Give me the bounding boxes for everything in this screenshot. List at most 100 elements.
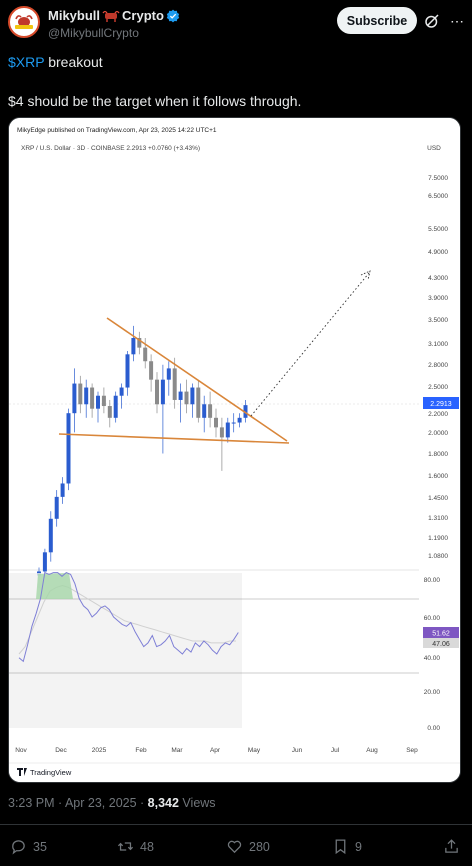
candle-body (202, 404, 207, 418)
time-tick-label: Dec (55, 747, 67, 754)
rsi-tick-label: 0.00 (427, 725, 440, 732)
candle-body (60, 483, 65, 497)
candle-body (90, 387, 95, 409)
rsi-tick-label: 80.00 (424, 577, 441, 584)
candle-body (54, 496, 59, 519)
price-tick-label: 4.9000 (428, 249, 448, 256)
like-count: 280 (249, 839, 270, 854)
price-tick-label: 4.3000 (428, 275, 448, 282)
bookmark-button[interactable]: 9 (332, 838, 362, 855)
candle-body (84, 387, 89, 405)
more-options-icon[interactable]: ⋯ (449, 12, 465, 30)
candle-body (237, 417, 242, 423)
like-button[interactable]: 280 (226, 838, 270, 855)
candle-body (72, 383, 77, 414)
candle-body (66, 413, 71, 484)
price-tick-label: 6.5000 (428, 193, 448, 200)
author-display-name: Mikybull (48, 8, 101, 23)
repost-count: 48 (140, 839, 154, 854)
rsi-tick-label: 60.00 (424, 615, 441, 622)
tradingview-chart: MikyEdge published on TradingView.com, A… (9, 118, 460, 782)
time-tick-label: Nov (15, 747, 27, 754)
time-tick-label: Jul (331, 747, 340, 754)
candle-body (42, 552, 47, 572)
price-tick-label: 1.3100 (428, 515, 448, 522)
post-text-rest: breakout (44, 54, 103, 70)
candle-body (178, 391, 183, 400)
last-price-label: 2.2913 (430, 401, 452, 408)
verified-badge-icon (166, 9, 180, 22)
price-tick-label: 7.5000 (428, 175, 448, 182)
candle-body (190, 387, 195, 405)
price-tick-label: 1.1900 (428, 535, 448, 542)
chart-image[interactable]: MikyEdge published on TradingView.com, A… (8, 117, 461, 783)
candle-body (101, 395, 106, 407)
action-bar: 35 48 280 9 (0, 834, 472, 860)
post-metadata: 3:23 PM · Apr 23, 2025 · 8,342 Views (8, 796, 216, 810)
candle-body (219, 427, 224, 438)
rsi-value-label: 51.62 (432, 631, 450, 638)
mikybull-logo-icon (11, 9, 37, 35)
time-tick-label: Aug (366, 747, 378, 754)
candle-body (231, 422, 236, 424)
candle-body (107, 406, 112, 418)
price-tick-label: 3.1000 (428, 341, 448, 348)
price-tick-label: 2.2000 (428, 411, 448, 418)
candle-body (225, 422, 230, 438)
candle-body (131, 337, 136, 355)
time-tick-label: Feb (135, 747, 147, 754)
candle-body (113, 395, 118, 418)
candle-body (143, 347, 148, 362)
price-tick-label: 3.9000 (428, 295, 448, 302)
candle-body (208, 404, 213, 418)
price-tick-label: 1.6000 (428, 473, 448, 480)
heart-icon (227, 840, 242, 854)
repost-button[interactable]: 48 (117, 838, 154, 855)
time-tick-label: Sep (406, 747, 418, 754)
candle-body (214, 417, 218, 428)
reply-icon (12, 840, 25, 855)
time-tick-label: Apr (210, 747, 221, 754)
views-label: Views (178, 796, 216, 810)
bookmark-icon (335, 839, 346, 855)
price-tick-label: 1.4500 (428, 495, 448, 502)
tradingview-brand: TradingView (30, 768, 72, 777)
post-header: Mikybull Crypto @MikybullCrypto Subscrib… (0, 0, 472, 48)
price-tick-label: 1.0800 (428, 553, 448, 560)
share-button[interactable] (443, 838, 460, 855)
price-tick-label: 3.5000 (428, 317, 448, 324)
share-icon (445, 839, 458, 853)
avatar[interactable] (8, 6, 40, 38)
time-tick-label: Jun (292, 747, 303, 754)
candle-body (78, 383, 83, 405)
author-name[interactable]: Mikybull Crypto (48, 8, 180, 23)
repost-icon (117, 842, 134, 851)
time-tick-label: 2025 (92, 747, 107, 754)
grok-icon[interactable] (423, 12, 441, 30)
symbol-line: XRP / U.S. Dollar · 3D · COINBASE 2.2913… (21, 145, 200, 152)
price-tick-label: 2.5000 (428, 384, 448, 391)
candle-body (149, 361, 154, 380)
rsi-tick-label: 20.00 (424, 689, 441, 696)
author-handle[interactable]: @MikybullCrypto (48, 26, 139, 40)
cashtag-link[interactable]: $XRP (8, 54, 44, 70)
author-display-name-suffix: Crypto (122, 8, 164, 23)
post-text-line-2: $4 should be the target when it follows … (8, 93, 302, 109)
bookmark-count: 9 (355, 839, 362, 854)
post-timestamp[interactable]: 3:23 PM · Apr 23, 2025 · (8, 796, 148, 810)
candle-body (172, 368, 177, 400)
rsi-ma-label: 47.06 (432, 641, 450, 648)
candle-body (184, 391, 189, 405)
price-tick-label: 2.0000 (428, 430, 448, 437)
price-tick-label: 1.8000 (428, 451, 448, 458)
post-text-line-1: $XRP breakout (8, 54, 103, 70)
candle-body (166, 368, 171, 380)
candle-body (119, 387, 124, 396)
candle-body (125, 354, 130, 388)
candle-body (155, 379, 159, 405)
subscribe-button[interactable]: Subscribe (337, 7, 417, 34)
price-tick-label: 5.5000 (428, 226, 448, 233)
reply-button[interactable]: 35 (10, 838, 47, 855)
time-tick-label: Mar (171, 747, 183, 754)
views-count: 8,342 (147, 796, 179, 810)
